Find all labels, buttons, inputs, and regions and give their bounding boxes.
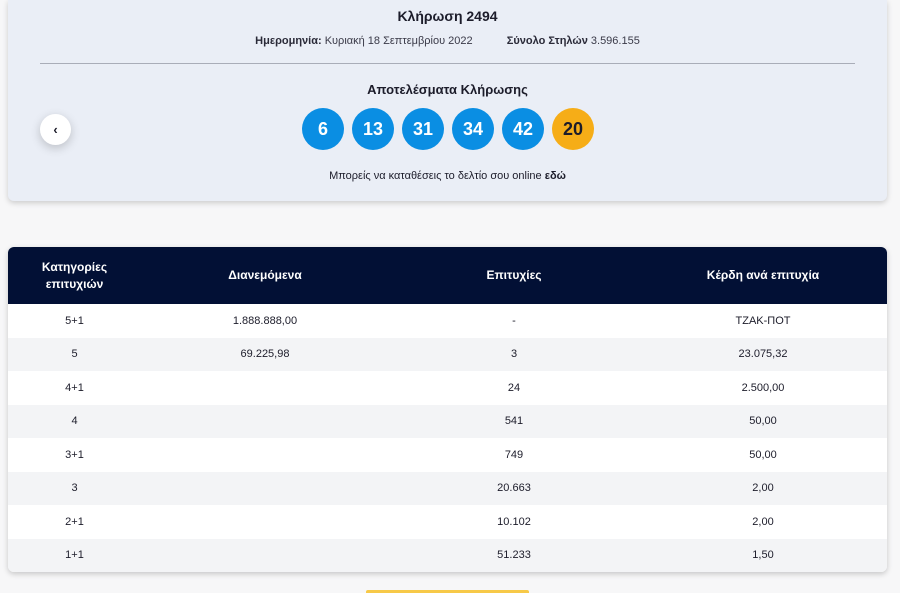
table-cell: 5+1 [65, 314, 84, 327]
table-cell: 5 [71, 348, 78, 361]
column-header: Διανεμόμενα [228, 268, 302, 282]
table-cell: 749 [504, 448, 524, 461]
table-cell [141, 371, 389, 405]
date-label: Ημερομηνία: [255, 35, 322, 47]
table-header-row: Κατηγορίες επιτυχιών Διανεμόμενα Επιτυχίες… [8, 247, 887, 304]
winning-numbers: 6 13 31 34 42 20 [302, 108, 594, 150]
table-cell [141, 472, 389, 506]
table-row: 3 20.663 2,00 [8, 471, 887, 506]
table-cell: 541 [504, 415, 524, 428]
previous-draw-button[interactable]: ‹ [40, 114, 71, 145]
table-cell: 10.102 [497, 515, 531, 528]
table-cell: 1+1 [65, 549, 84, 562]
number-ball: 31 [402, 108, 444, 150]
column-header: Κατηγορίες επιτυχιών [41, 259, 108, 291]
table-cell: 3 [71, 482, 78, 495]
table-cell: 3+1 [65, 448, 84, 461]
number-ball: 42 [502, 108, 544, 150]
online-betting-note: Μπορείς να καταθέσεις το δελτίο σου onli… [8, 170, 887, 182]
table-row: 5 69.225,98 3 23.075,32 [8, 337, 887, 371]
table-cell: 51.233 [497, 549, 531, 562]
table-cell: 2+1 [65, 515, 84, 528]
column-header: Κέρδη ανά επιτυχία [706, 268, 820, 282]
table-cell: 3 [510, 348, 518, 361]
number-ball: 34 [452, 108, 494, 150]
table-cell: 1.888.888,00 [232, 314, 298, 327]
table-cell: 2,00 [752, 482, 774, 495]
table-cell: 2,00 [752, 515, 774, 528]
table-cell: 2.500,00 [741, 381, 785, 394]
number-ball: 6 [302, 108, 344, 150]
draw-meta: Ημερομηνία: Κυριακή 18 Σεπτεμβρίου 2022 … [8, 35, 887, 47]
table-cell: 23.075,32 [738, 348, 788, 361]
table-row: 3+1 749 50,00 [8, 438, 887, 472]
prize-table-card: Κατηγορίες επιτυχιών Διανεμόμενα Επιτυχίες… [8, 247, 887, 572]
table-cell: 1,50 [752, 549, 774, 562]
table-cell: 50,00 [749, 448, 777, 461]
table-cell: ΤΖΑΚ-ΠΟΤ [735, 314, 791, 327]
table-cell [141, 505, 389, 539]
table-cell: 24 [507, 381, 521, 394]
chevron-left-icon: ‹ [53, 122, 58, 137]
table-cell [141, 438, 389, 472]
table-cell [141, 539, 389, 573]
table-row: 2+1 10.102 2,00 [8, 505, 887, 539]
table-cell: 50,00 [749, 415, 777, 428]
draw-title: Κλήρωση 2494 [397, 8, 498, 24]
table-row: 4+1 24 2.500,00 [8, 371, 887, 405]
table-cell: - [512, 314, 516, 327]
draw-info-card: Κλήρωση 2494 Ημερομηνία: Κυριακή 18 Σεπτ… [8, 0, 887, 201]
date-value: Κυριακή 18 Σεπτεμβρίου 2022 [324, 35, 473, 47]
table-row: 5+1 1.888.888,00 - ΤΖΑΚ-ΠΟΤ [8, 304, 887, 338]
joker-ball: 20 [552, 108, 594, 150]
online-text: Μπορείς να καταθέσεις το δελτίο σου onli… [329, 170, 542, 182]
divider [40, 63, 855, 64]
table-body: 5+1 1.888.888,00 - ΤΖΑΚ-ΠΟΤ 5 69.225,98 3 23.07… [8, 304, 887, 572]
online-link[interactable]: εδώ [545, 170, 566, 182]
columns-label: Σύνολο Στηλών [506, 35, 588, 47]
table-cell: 20.663 [497, 482, 531, 495]
table-cell: 69.225,98 [240, 348, 290, 361]
prize-table: Κατηγορίες επιτυχιών Διανεμόμενα Επιτυχίες… [8, 247, 887, 572]
columns-value: 3.596.155 [590, 35, 640, 47]
table-cell: 4+1 [65, 381, 84, 394]
column-header: Επιτυχίες [486, 268, 542, 282]
table-row: 1+1 51.233 1,50 [8, 538, 887, 573]
table-cell: 4 [71, 415, 78, 428]
results-title: Αποτελέσματα Κλήρωσης [367, 82, 528, 97]
table-row: 4 541 50,00 [8, 404, 887, 439]
number-ball: 13 [352, 108, 394, 150]
table-cell [141, 405, 389, 439]
